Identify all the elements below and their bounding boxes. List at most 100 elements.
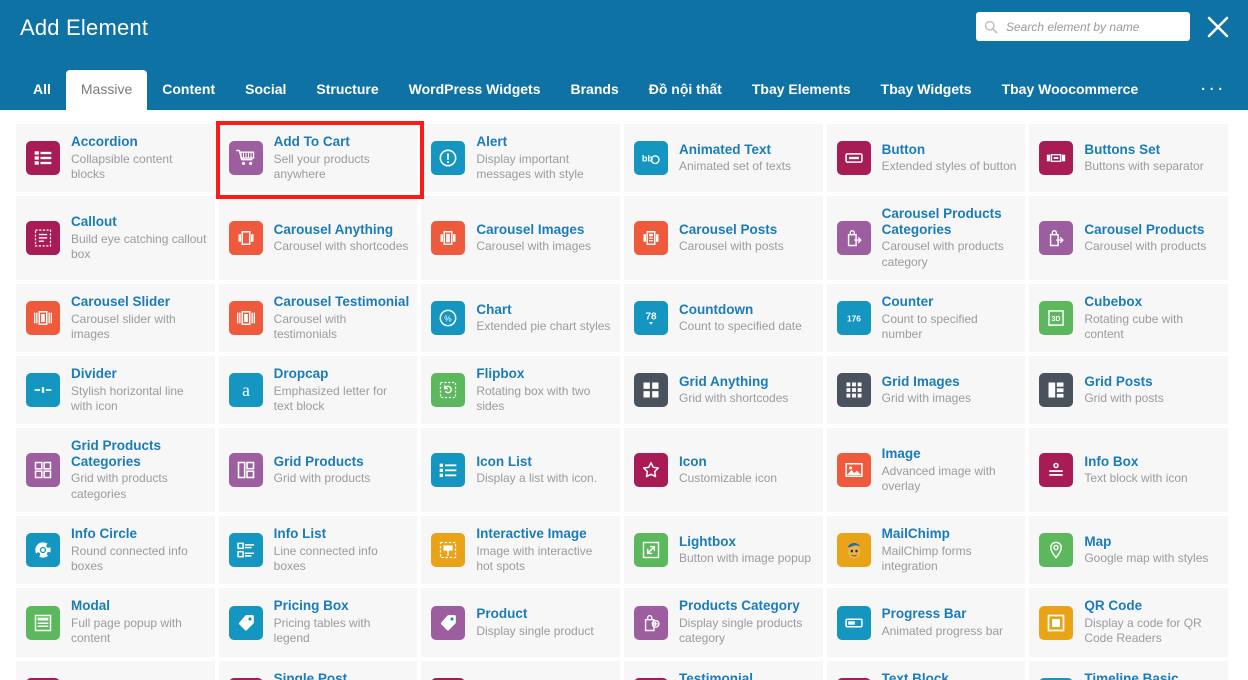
element-card-icon[interactable]: Icon Customizable icon — [624, 428, 827, 517]
element-card-buttons-set[interactable]: Buttons Set Buttons with separator — [1029, 124, 1232, 197]
element-card-progress-bar[interactable]: Progress Bar Animated progress bar — [826, 588, 1030, 661]
element-description: Image with interactive hot spots — [476, 543, 593, 574]
element-card-quote[interactable]: ”QuoteQuote text block — [16, 660, 219, 680]
element-card-testimonial[interactable]: TestimonialStylish recommendation box — [624, 660, 827, 680]
element-description: Count to specified number — [881, 311, 978, 341]
progress-bar-icon — [836, 605, 871, 640]
element-card-add-to-cart[interactable]: Add To Cart Sell your products anywhere — [215, 120, 425, 200]
element-card-grid-products-categories[interactable]: Grid Products Categories Grid with produc… — [16, 428, 219, 517]
element-description: Grid with products categories — [71, 471, 168, 501]
element-title: Pricing Box — [273, 598, 349, 614]
button-icon — [836, 141, 871, 176]
search-input[interactable] — [1004, 18, 1182, 35]
tab-n-i-th-t[interactable]: Đồ nội thất — [634, 70, 737, 110]
tab-social[interactable]: Social — [230, 70, 301, 110]
more-tabs-icon[interactable]: ... — [1200, 74, 1248, 110]
element-card-text: Progress Bar Animated progress bar — [882, 606, 1003, 639]
element-card-product[interactable]: Product Display single product — [421, 588, 624, 661]
element-card-info-list[interactable]: Info List Line connected info boxes — [218, 516, 422, 589]
tab-massive[interactable]: Massive — [65, 70, 148, 110]
element-card-text: Map Google map with styles — [1084, 534, 1208, 567]
element-card-image[interactable]: Image Advanced image with overlay — [826, 428, 1030, 517]
tab-brands[interactable]: Brands — [556, 70, 634, 110]
element-description: Carousel with images — [476, 239, 592, 254]
tab-tbay-widgets[interactable]: Tbay Widgets — [866, 70, 987, 110]
close-icon[interactable] — [1204, 13, 1232, 41]
element-card-grid-images[interactable]: Grid Images Grid with images — [826, 356, 1030, 429]
element-card-carousel-posts[interactable]: Carousel Posts Carousel with posts — [624, 196, 827, 284]
svg-text:3D: 3D — [1052, 315, 1061, 323]
element-card-pricing-box[interactable]: Pricing Box Pricing tables with legend — [218, 588, 422, 661]
element-card-chart[interactable]: % Chart Extended pie chart styles — [421, 283, 624, 357]
element-card-carousel-anything[interactable]: Carousel Anything Carousel with shortcode… — [218, 196, 422, 284]
element-card-lightbox[interactable]: Lightbox Button with image popup — [624, 516, 827, 589]
element-card-button[interactable]: Button Extended styles of button — [826, 124, 1030, 197]
element-title: Testimonial — [679, 670, 754, 680]
element-title: MailChimp — [881, 526, 950, 542]
tab-content[interactable]: Content — [147, 70, 230, 110]
element-card-grid-anything[interactable]: Grid Anything Grid with shortcodes — [624, 356, 827, 429]
element-card-dropcap[interactable]: a Dropcap Emphasized letter for text block — [218, 356, 422, 429]
element-card-counter[interactable]: 176 Counter Count to specified number — [826, 283, 1030, 357]
element-description: Text block with icon — [1084, 471, 1188, 486]
element-card-products-category[interactable]: Products Category Display single products… — [624, 588, 827, 661]
element-description: Buttons with separator — [1084, 159, 1204, 174]
element-card-animated-text[interactable]: bb Animated Text Animated set of texts — [624, 124, 827, 197]
elements-panel: Accordion Collapsible content blocks Add T… — [0, 110, 1248, 680]
grid-4-icon — [634, 373, 668, 408]
element-card-alert[interactable]: Alert Display important messages with sty… — [421, 124, 624, 197]
icon-list-icon — [431, 453, 466, 488]
element-card-modal[interactable]: Modal Full page popup with content — [16, 588, 219, 661]
tab-tbay-woocommerce[interactable]: Tbay Woocommerce — [987, 70, 1154, 110]
grid-posts-icon — [1039, 373, 1074, 408]
element-card-text: Timeline BasicSimple timeline shortcode — [1084, 671, 1220, 680]
element-card-timeline-basic[interactable]: Timeline BasicSimple timeline shortcode — [1029, 660, 1232, 680]
element-card-text-block[interactable]: TText BlockDisplay a text with font form… — [826, 660, 1030, 680]
element-title: Icon — [679, 453, 707, 469]
element-card-text: Pricing Box Pricing tables with legend — [274, 598, 410, 646]
element-card-info-circle[interactable]: Info Circle Round connected info boxes — [16, 516, 219, 589]
element-card-accordion[interactable]: Accordion Collapsible content blocks — [16, 124, 219, 197]
element-card-grid-products[interactable]: Grid Products Grid with products — [218, 428, 422, 517]
element-card-cubebox[interactable]: 3D Cubebox Rotating cube with content — [1029, 283, 1232, 357]
tab-tbay-elements[interactable]: Tbay Elements — [737, 70, 866, 110]
element-card-carousel-products-categories[interactable]: Carousel Products Categories Carousel wit… — [826, 196, 1030, 284]
search-box[interactable] — [976, 12, 1190, 41]
tab-wordpress-widgets[interactable]: WordPress Widgets — [394, 70, 556, 110]
element-title: Icon List — [476, 453, 532, 469]
element-card-qr-code[interactable]: QR Code Display a code for QR Code Reader… — [1029, 588, 1232, 661]
element-card-mailchimp[interactable]: MailChimp MailChimp forms integration — [826, 516, 1030, 589]
element-card-carousel-products[interactable]: Carousel Products Carousel with products — [1029, 196, 1232, 284]
element-card-text: Countdown Count to specified date — [679, 302, 802, 335]
element-card-callout[interactable]: Callout Build eye catching callout box — [16, 196, 219, 284]
element-card-text: Carousel Slider Carousel slider with imag… — [71, 294, 207, 342]
tab-all[interactable]: All — [18, 70, 66, 110]
element-card-text: Cubebox Rotating cube with content — [1084, 294, 1220, 342]
grid-9-icon — [836, 373, 871, 408]
element-card-countdown[interactable]: 78 Countdown Count to specified date — [624, 283, 827, 357]
list-blocks-icon — [26, 141, 60, 176]
element-card-carousel-slider[interactable]: Carousel Slider Carousel slider with imag… — [16, 283, 219, 357]
element-title: Alert — [476, 134, 508, 149]
tab-structure[interactable]: Structure — [301, 70, 393, 110]
element-card-info-box[interactable]: Info Box Text block with icon — [1029, 428, 1232, 517]
element-card-text: TestimonialStylish recommendation box — [679, 671, 815, 680]
element-title: Counter — [881, 293, 934, 309]
element-title: Lightbox — [679, 533, 736, 549]
element-card-tabs[interactable]: TabsTabbed content blocks — [421, 660, 624, 680]
element-card-single-post[interactable]: Single PostCustomizable post with many s… — [218, 660, 422, 680]
element-description: Build eye catching callout box — [71, 231, 207, 261]
qr-code-icon — [1039, 605, 1074, 640]
element-card-map[interactable]: Map Google map with styles — [1029, 516, 1232, 589]
element-card-flipbox[interactable]: Flipbox Rotating box with two sides — [421, 356, 624, 429]
pie-chart-percent-icon: % — [431, 301, 466, 336]
element-card-carousel-images[interactable]: Carousel Images Carousel with images — [421, 196, 624, 284]
element-description: Emphasized letter for text block — [273, 383, 388, 414]
element-card-divider[interactable]: Divider Stylish horizontal line with icon — [16, 356, 219, 429]
expand-arrows-icon — [634, 533, 668, 568]
element-card-text: Flipbox Rotating box with two sides — [476, 366, 612, 414]
element-card-grid-posts[interactable]: Grid Posts Grid with posts — [1029, 356, 1232, 429]
element-card-icon-list[interactable]: Icon List Display a list with icon. — [421, 428, 624, 517]
element-card-carousel-testimonial[interactable]: Carousel Testimonial Carousel with testim… — [218, 283, 422, 357]
element-card-interactive-image[interactable]: Interactive Image Image with interactive … — [421, 516, 624, 589]
